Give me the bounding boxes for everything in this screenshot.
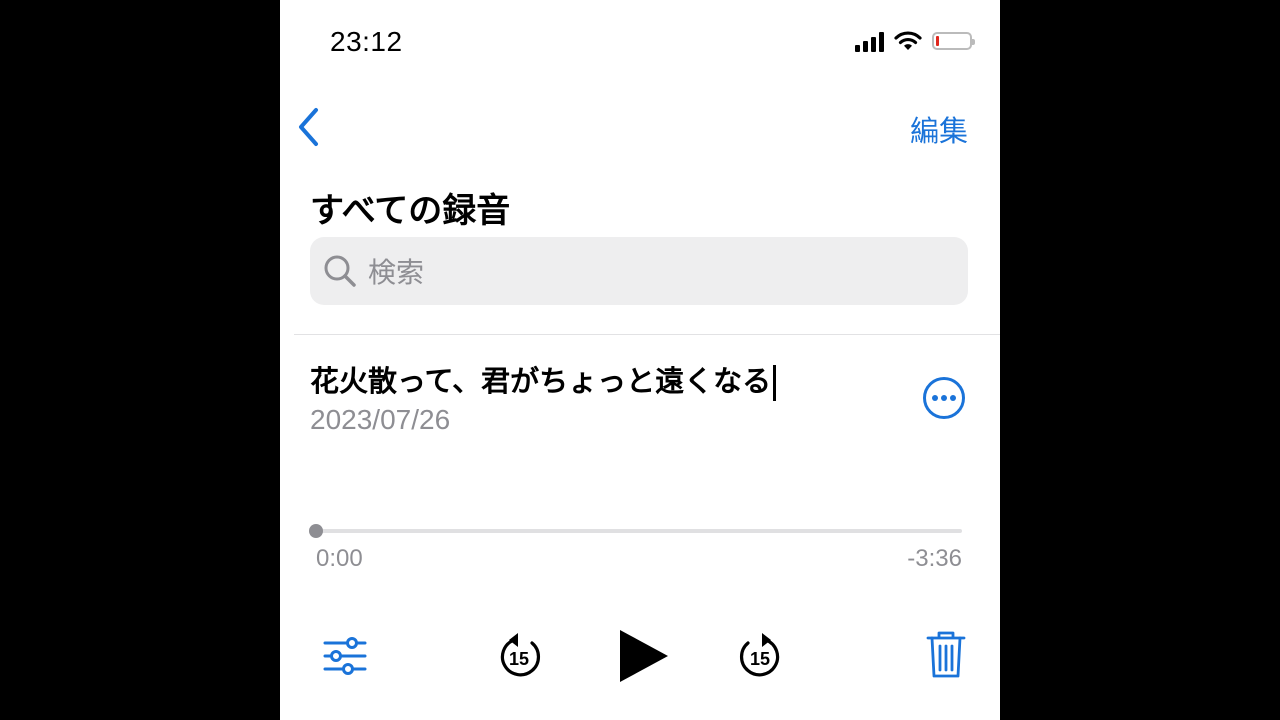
- skip-forward-button[interactable]: 15: [735, 630, 785, 686]
- scrubber-knob[interactable]: [309, 524, 323, 538]
- edit-button[interactable]: 編集: [910, 108, 968, 150]
- phone-screen: 23:12 編集 すべての録音 検索 花火散って、君がちょっと遠くなる 2023…: [280, 0, 1000, 720]
- recording-date: 2023/07/26: [310, 404, 451, 435]
- playback-settings-button[interactable]: [320, 634, 370, 682]
- back-button[interactable]: [294, 104, 330, 150]
- more-options-button[interactable]: [922, 376, 966, 420]
- status-time: 23:12: [330, 26, 403, 57]
- signal-icon: [855, 30, 884, 52]
- battery-icon: [932, 32, 975, 50]
- search-icon: [324, 255, 356, 287]
- skip-forward-seconds: 15: [750, 649, 770, 669]
- play-icon: [620, 630, 668, 682]
- playback-scrubber[interactable]: [309, 519, 962, 543]
- chevron-left-icon: [299, 108, 318, 146]
- elapsed-time: 0:00: [316, 545, 363, 572]
- skip-back-button[interactable]: 15: [495, 630, 545, 686]
- remaining-time: -3:36: [907, 545, 962, 572]
- skip-back-seconds: 15: [509, 649, 529, 669]
- search-placeholder: 検索: [368, 256, 425, 289]
- trash-icon: [926, 631, 966, 678]
- status-icons: [855, 30, 975, 52]
- scrubber-track: [314, 529, 962, 533]
- recording-title: 花火散って、君がちょっと遠くなる: [310, 364, 772, 398]
- skip-back-15-icon: 15: [500, 633, 540, 677]
- skip-forward-15-icon: 15: [740, 633, 780, 677]
- settings-sliders-icon: [323, 637, 367, 675]
- recording-title-field[interactable]: 花火散って、君がちょっと遠くなる: [310, 358, 777, 401]
- text-cursor: [773, 365, 777, 401]
- wifi-icon: [894, 31, 922, 50]
- search-field[interactable]: 検索: [310, 237, 968, 305]
- delete-button[interactable]: [924, 630, 968, 684]
- divider: [294, 334, 1000, 335]
- play-button[interactable]: [616, 626, 672, 690]
- more-icon: [923, 377, 965, 419]
- page-title: すべての録音: [310, 191, 511, 231]
